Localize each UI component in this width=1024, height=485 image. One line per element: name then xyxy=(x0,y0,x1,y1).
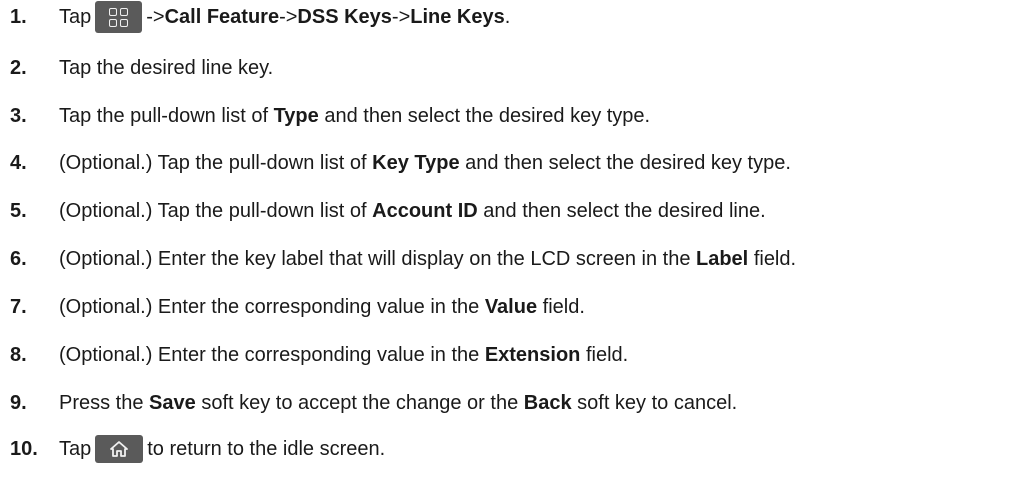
step-text: Tap -> Call Feature -> DSS Keys -> Line Keys. xyxy=(59,1,510,33)
step-text: (Optional.) Enter the corresponding valu… xyxy=(59,343,629,366)
step-number: 9. xyxy=(10,391,27,414)
step-text: (Optional.) Enter the key label that wil… xyxy=(59,247,797,270)
step-text: Tap to return to the idle screen. xyxy=(59,435,385,463)
step-number: 7. xyxy=(10,295,27,318)
step-number: 4. xyxy=(10,151,27,174)
step-number: 3. xyxy=(10,104,27,127)
step-number: 2. xyxy=(10,56,27,79)
step-text: (Optional.) Enter the corresponding valu… xyxy=(59,295,585,318)
step-text: (Optional.) Tap the pull-down list of Ac… xyxy=(59,199,766,222)
instruction-steps: 1. Tap -> Call Feature -> DSS Keys -> Line Ke… xyxy=(0,0,1024,485)
step-number: 1. xyxy=(10,5,27,28)
step-text: (Optional.) Tap the pull-down list of Ke… xyxy=(59,151,791,174)
step-number: 8. xyxy=(10,343,27,366)
step-number: 10. xyxy=(10,437,38,460)
step-number: 5. xyxy=(10,199,27,222)
step-text: Tap the desired line key. xyxy=(59,56,274,79)
step-text: Press the Save soft key to accept the ch… xyxy=(59,391,738,414)
step-text: Tap the pull-down list of Type and then … xyxy=(59,104,651,127)
menu-grid-icon xyxy=(95,1,143,33)
step-number: 6. xyxy=(10,247,27,270)
home-icon xyxy=(95,435,144,463)
